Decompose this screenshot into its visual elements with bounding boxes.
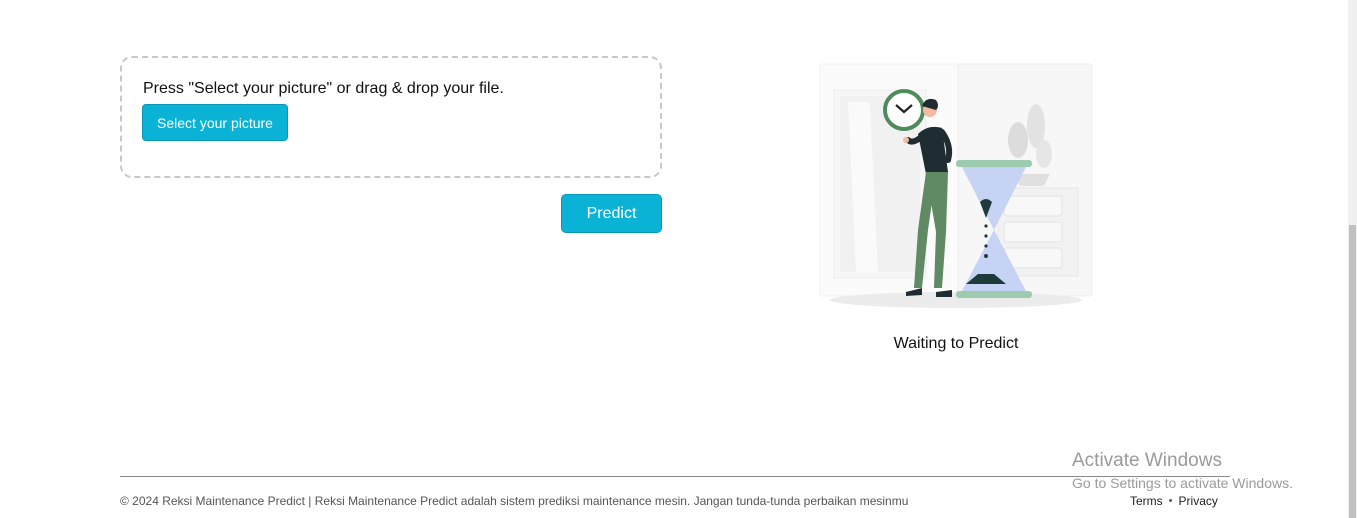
waiting-hourglass-person-illustration	[819, 63, 1093, 308]
waiting-illustration	[818, 62, 1094, 312]
page-scrollbar[interactable]	[1348, 0, 1357, 518]
activate-windows-watermark: Activate Windows Go to Settings to activ…	[1072, 450, 1293, 491]
terms-link[interactable]: Terms	[1130, 494, 1163, 508]
scrollbar-thumb[interactable]	[1349, 225, 1356, 518]
watermark-subtitle: Go to Settings to activate Windows.	[1072, 475, 1293, 491]
privacy-link[interactable]: Privacy	[1179, 494, 1218, 508]
footer-links: Terms • Privacy	[1130, 494, 1218, 508]
predict-button[interactable]: Predict	[561, 194, 662, 233]
footer-divider	[120, 476, 1230, 477]
prediction-status: Waiting to Predict	[893, 335, 1019, 352]
footer-separator: •	[1168, 495, 1173, 507]
dropzone-instruction: Press "Select your picture" or drag & dr…	[143, 80, 504, 97]
file-dropzone[interactable]: Press "Select your picture" or drag & dr…	[120, 56, 662, 178]
footer-copyright: © 2024 Reksi Maintenance Predict | Reksi…	[120, 494, 909, 508]
select-picture-button[interactable]: Select your picture	[142, 104, 288, 141]
watermark-title: Activate Windows	[1072, 450, 1222, 471]
